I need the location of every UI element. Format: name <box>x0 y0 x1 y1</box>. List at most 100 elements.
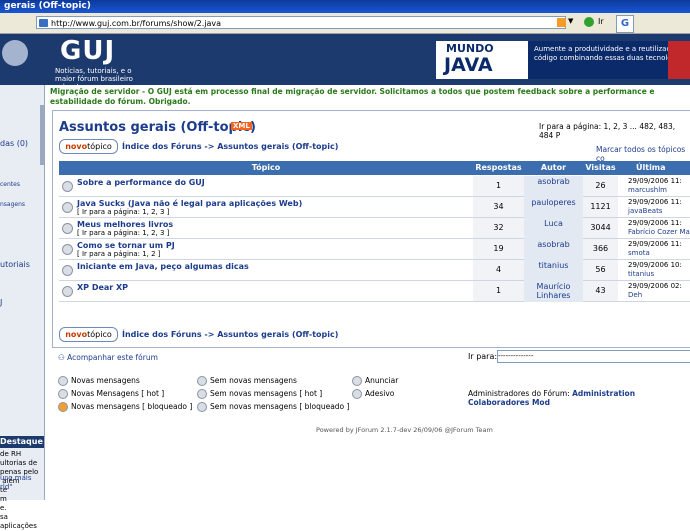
folder-hot-icon <box>58 389 68 399</box>
rss-icon[interactable] <box>557 18 566 27</box>
jump-to-select[interactable]: -------------- <box>497 350 690 363</box>
scrollbar[interactable] <box>40 105 44 165</box>
author-link[interactable]: titanius <box>524 260 583 281</box>
replies-count: 19 <box>473 239 524 259</box>
legend-new-hot: Novas Mensagens [ hot ] <box>58 389 164 399</box>
folder-icon <box>62 181 73 192</box>
destaque-link[interactable]: uco mais rld" <box>0 474 32 492</box>
views-count: 26 <box>583 176 618 196</box>
sidebar-item-tutoriais[interactable]: utoriais <box>0 260 30 269</box>
coffee-cup-icon <box>2 40 28 66</box>
topic-link[interactable]: Meus melhores livros <box>77 220 173 229</box>
sidebar-item-guj[interactable]: J <box>0 298 2 307</box>
topic-link[interactable]: Java Sucks (Java não é legal para aplica… <box>77 199 302 208</box>
announce-icon <box>352 376 362 386</box>
sidebar-item-mensagens[interactable]: das (0) <box>0 139 28 148</box>
col-respostas: Respostas <box>475 163 522 172</box>
topic-link[interactable]: Iniciante em Java, peço algumas dicas <box>77 262 249 271</box>
legend-new: Novas mensagens <box>58 376 140 386</box>
col-visitas: Visitas <box>585 163 616 172</box>
forum-admins: Administradores do Fórum: Administration… <box>468 389 636 407</box>
jump-to-label: Ir para: <box>468 352 498 361</box>
author-link[interactable]: Maurício Linhares <box>524 281 583 302</box>
replies-count: 34 <box>473 197 524 217</box>
notice-message: Migração de servidor - O GUJ está em pro… <box>50 87 655 106</box>
last-post-date: 29/09/2006 10: <box>628 261 682 269</box>
author-link[interactable]: pauloperes <box>524 197 583 218</box>
site-logo[interactable]: GUJ <box>60 36 115 66</box>
legend-announce: Anunciar <box>352 376 398 386</box>
topic-link[interactable]: XP Dear XP <box>77 283 128 292</box>
col-topico: Tópico <box>251 163 281 172</box>
pagination[interactable]: Ir para a página: 1, 2, 3 ... 482, 483, … <box>539 122 690 140</box>
last-post: 29/09/2006 11: Fabrício Cozer Ma <box>618 219 690 237</box>
replies-count: 1 <box>473 281 524 301</box>
topic-link[interactable]: Sobre a performance do GUJ <box>77 178 205 187</box>
last-post: 29/09/2006 11: javaBeats <box>618 198 690 216</box>
new-topic-button-bottom[interactable]: novotópico <box>59 327 118 342</box>
forum-title[interactable]: Assuntos gerais (Off-topic) <box>59 120 256 135</box>
folder-icon <box>62 244 73 255</box>
views-count: 366 <box>583 239 618 259</box>
folder-hot-icon <box>197 389 207 399</box>
legend-none-hot: Sem novas mensagens [ hot ] <box>197 389 322 399</box>
replies-count: 32 <box>473 218 524 238</box>
views-count: 56 <box>583 260 618 280</box>
last-post-user[interactable]: titanius <box>628 270 690 279</box>
sidebar-item-recentes[interactable]: centes <box>0 181 20 188</box>
sidebar-item-mensagens2[interactable]: nsagens <box>0 201 25 208</box>
chevron-down-icon[interactable]: ▼ <box>568 17 578 29</box>
last-post-user[interactable]: javaBeats <box>628 207 690 216</box>
author-link[interactable]: Luca <box>524 218 583 239</box>
folder-icon <box>197 376 207 386</box>
legend-new-locked: Novas mensagens [ bloqueado ] <box>58 402 192 412</box>
binoculars-icon: ⚇ <box>58 353 68 362</box>
window-title-bar: gerais (Off-topic) <box>0 0 690 13</box>
topic-pages[interactable]: [ Ir para a página: 1, 2, 3 ] <box>77 229 169 237</box>
author-link[interactable]: asobrab <box>524 176 583 197</box>
views-count: 3044 <box>583 218 618 238</box>
last-post-date: 29/09/2006 11: <box>628 240 682 248</box>
folder-icon <box>62 265 73 276</box>
go-button[interactable]: Ir <box>598 17 604 26</box>
browser-address-bar: http://www.guj.com.br/forums/show/2.java… <box>0 13 690 34</box>
url-input[interactable]: http://www.guj.com.br/forums/show/2.java <box>36 16 566 29</box>
left-sidebar: das (0) centes nsagens utoriais J Destaq… <box>0 85 45 530</box>
table-row: Como se tornar um PJ[ Ir para a página: … <box>59 239 690 260</box>
google-search-icon[interactable]: G <box>616 15 634 33</box>
folder-new-icon <box>58 376 68 386</box>
page-icon <box>39 19 48 27</box>
last-post-user[interactable]: smota <box>628 249 690 258</box>
go-icon[interactable] <box>584 17 594 27</box>
last-post-user[interactable]: marcushlm <box>628 186 690 195</box>
legend-sticky: Adesivo <box>352 389 394 399</box>
last-post-date: 29/09/2006 11: <box>628 198 682 206</box>
table-row: Iniciante em Java, peço algumas dicas 4 ti… <box>59 260 690 281</box>
views-count: 43 <box>583 281 618 301</box>
last-post-user[interactable]: Deh <box>628 291 690 300</box>
last-post: 29/09/2006 02: Deh <box>618 282 690 300</box>
topic-pages[interactable]: [ Ir para a página: 1, 2, 3 ] <box>77 208 169 216</box>
xml-badge[interactable]: XML <box>231 122 252 130</box>
window-title: gerais (Off-topic) <box>4 1 91 11</box>
banner-text: Aumente a produtividade e a reutilização… <box>534 45 690 62</box>
topic-link[interactable]: Como se tornar um PJ <box>77 241 175 250</box>
last-post-date: 29/09/2006 11: <box>628 219 682 227</box>
folder-icon <box>62 286 73 297</box>
table-row: Meus melhores livros[ Ir para a página: … <box>59 218 690 239</box>
legend-none-locked: Sem novas mensagens [ bloqueado ] <box>197 402 349 412</box>
breadcrumb[interactable]: Índice dos Fóruns -> Assuntos gerais (Of… <box>122 142 338 151</box>
powered-by: Powered by JForum 2.1.7-dev 26/09/06 @JF… <box>316 426 493 434</box>
banner-java: JAVA <box>444 54 493 76</box>
topic-pages[interactable]: [ Ir para a página: 1, 2 ] <box>77 250 161 258</box>
table-row: XP Dear XP 1 Maurício Linhares 43 29/09/2006… <box>59 281 690 302</box>
destaque-header: Destaque <box>0 436 44 448</box>
breadcrumb-bottom[interactable]: Índice dos Fóruns -> Assuntos gerais (Of… <box>122 330 338 339</box>
folder-icon <box>62 202 73 213</box>
new-topic-button[interactable]: novotópico <box>59 139 118 154</box>
watch-forum-link[interactable]: ⚇ Acompanhar este fórum <box>58 353 158 362</box>
last-post-user[interactable]: Fabrício Cozer Ma <box>628 228 690 237</box>
folder-icon <box>62 223 73 234</box>
ad-banner[interactable]: MUNDO JAVA Aumente a produtividade e a r… <box>436 41 690 79</box>
author-link[interactable]: asobrab <box>524 239 583 260</box>
